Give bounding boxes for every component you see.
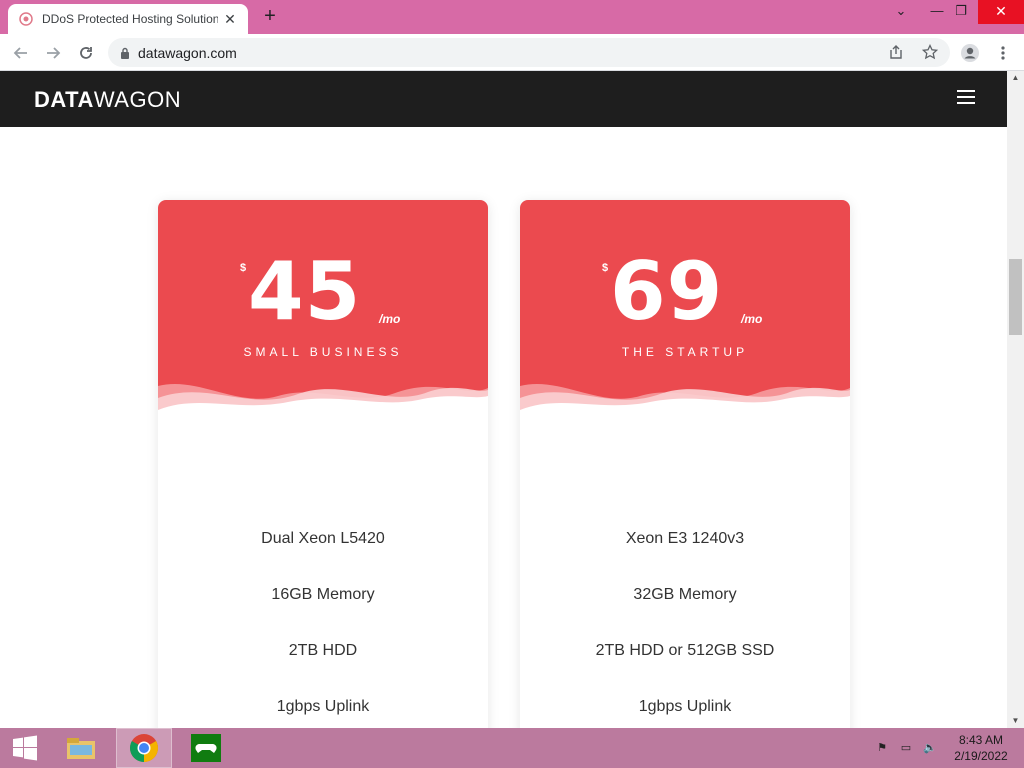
reload-button[interactable] — [73, 40, 99, 66]
tab-title: DDoS Protected Hosting Solution — [42, 12, 218, 26]
forward-button[interactable] — [40, 40, 66, 66]
reload-icon — [80, 47, 92, 59]
xbox-game-icon — [191, 734, 221, 762]
price-period: /mo — [741, 312, 763, 326]
feature-uplink: 1gbps Uplink — [638, 698, 732, 715]
logo-bold-text: DATA — [34, 87, 94, 112]
page-viewport: DATAWAGON $ 45 /mo SMALL BUSINESS Dual X… — [0, 71, 1007, 728]
bookmark-star-icon[interactable] — [918, 40, 942, 64]
feature-storage: 2TB HDD — [288, 642, 358, 659]
price-period: /mo — [379, 312, 401, 326]
hamburger-menu-icon[interactable] — [957, 90, 975, 104]
new-tab-button[interactable]: + — [258, 5, 282, 29]
browser-tabstrip: DDoS Protected Hosting Solution ✕ + ⌄ — … — [0, 0, 1024, 34]
site-favicon-icon — [19, 12, 33, 26]
close-window-button[interactable]: ✕ — [978, 0, 1024, 24]
folder-icon — [67, 738, 95, 759]
tab-search-icon[interactable]: ⌄ — [884, 0, 918, 24]
clock-date: 2/19/2022 — [954, 749, 1008, 763]
back-button[interactable] — [8, 40, 34, 66]
url-text: datawagon.com — [138, 44, 237, 61]
price-value: 45 — [248, 245, 362, 338]
forward-arrow-icon — [47, 47, 61, 59]
feature-memory: 32GB Memory — [633, 586, 737, 603]
clock-time: 8:43 AM — [958, 733, 1004, 747]
wave-decoration — [520, 384, 850, 438]
screen: DDoS Protected Hosting Solution ✕ + ⌄ — … — [0, 0, 1024, 768]
scroll-up-icon[interactable]: ▲ — [1007, 71, 1024, 85]
xbox-taskbar[interactable] — [178, 728, 234, 768]
price-value: 69 — [610, 245, 724, 338]
volume-muted-icon[interactable]: 🔈 — [922, 741, 938, 755]
logo-light-text: WAGON — [93, 87, 182, 112]
profile-avatar-icon[interactable] — [957, 40, 983, 66]
taskbar-clock[interactable]: 8:43 AM 2/19/2022 — [948, 732, 1014, 764]
browser-menu-icon[interactable] — [990, 40, 1016, 66]
chrome-taskbar[interactable] — [116, 728, 172, 768]
currency-symbol: $ — [602, 262, 609, 274]
lock-icon — [121, 47, 129, 59]
browser-toolbar: datawagon.com — [0, 34, 1024, 71]
restore-button[interactable]: ❐ — [944, 0, 978, 24]
windows-taskbar: ⚑ ▭ 🔈 8:43 AM 2/19/2022 — [0, 728, 1024, 768]
site-logo[interactable]: DATAWAGON — [34, 87, 181, 113]
address-bar[interactable]: datawagon.com — [108, 38, 950, 67]
site-navbar: DATAWAGON — [0, 71, 1007, 127]
scroll-down-icon[interactable]: ▼ — [1007, 714, 1024, 728]
pricing-card-small-business: $ 45 /mo SMALL BUSINESS Dual Xeon L5420 … — [158, 200, 488, 728]
windows-logo-icon — [13, 735, 37, 761]
plan-name: SMALL BUSINESS — [243, 345, 403, 359]
feature-cpu: Xeon E3 1240v3 — [625, 530, 745, 547]
feature-cpu: Dual Xeon L5420 — [261, 530, 385, 547]
feature-uplink: 1gbps Uplink — [276, 698, 370, 715]
feature-storage: 2TB HDD or 512GB SSD — [595, 642, 775, 659]
tab-close-icon[interactable]: ✕ — [222, 11, 238, 28]
back-arrow-icon — [13, 47, 27, 59]
page-scrollbar[interactable]: ▲ ▼ — [1007, 71, 1024, 728]
pricing-card-the-startup: $ 69 /mo THE STARTUP Xeon E3 1240v3 32GB… — [520, 200, 850, 728]
pricing-card-header: $ 45 /mo SMALL BUSINESS — [158, 200, 488, 438]
plan-name: THE STARTUP — [621, 345, 749, 359]
scrollbar-thumb[interactable] — [1009, 259, 1022, 335]
browser-tab[interactable]: DDoS Protected Hosting Solution ✕ — [8, 4, 248, 34]
chrome-icon — [130, 734, 158, 762]
file-explorer-taskbar[interactable] — [58, 728, 104, 768]
flag-notification-icon[interactable]: ⚑ — [874, 741, 890, 755]
start-button[interactable] — [0, 728, 50, 768]
wave-decoration — [158, 384, 488, 438]
share-icon[interactable] — [884, 40, 908, 64]
feature-memory: 16GB Memory — [271, 586, 375, 603]
pricing-card-header: $ 69 /mo THE STARTUP — [520, 200, 850, 438]
currency-symbol: $ — [240, 262, 247, 274]
network-icon[interactable]: ▭ — [898, 741, 914, 755]
